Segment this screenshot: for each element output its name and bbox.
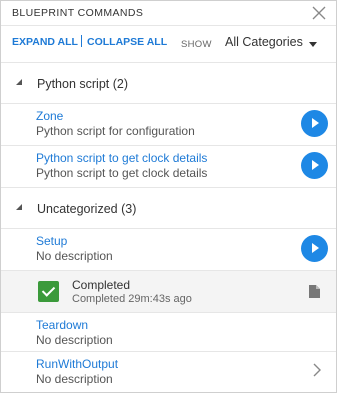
check-icon <box>38 281 59 302</box>
command-description: Python script for configuration <box>36 124 195 138</box>
collapse-all-link[interactable]: COLLAPSE ALL <box>87 36 167 48</box>
command-description: No description <box>36 249 113 263</box>
run-status: Completed <box>72 278 131 292</box>
play-icon[interactable] <box>301 152 328 179</box>
run-timestamp: Completed 29m:43s ago <box>72 293 192 305</box>
command-name-link[interactable]: RunWithOutput <box>36 357 118 371</box>
command-name-link[interactable]: Python script to get clock details <box>36 151 207 165</box>
group-python-script[interactable]: Python script (2) <box>1 63 336 103</box>
command-description: No description <box>36 333 113 347</box>
collapse-arrow-icon[interactable] <box>16 79 22 85</box>
play-icon[interactable] <box>301 110 328 137</box>
run-result-row: Completed Completed 29m:43s ago <box>1 270 336 312</box>
document-icon[interactable] <box>309 285 320 298</box>
group-label: Uncategorized (3) <box>37 202 137 216</box>
chevron-down-icon[interactable] <box>309 42 317 47</box>
close-icon[interactable] <box>312 6 326 20</box>
toolbar-divider <box>81 35 82 47</box>
group-label: Python script (2) <box>37 77 129 91</box>
category-filter-select[interactable]: All Categories <box>225 35 303 49</box>
panel-header: BLUEPRINT COMMANDS <box>1 1 336 26</box>
list-item[interactable]: RunWithOutput No description <box>1 351 336 393</box>
command-name-link[interactable]: Setup <box>36 234 67 248</box>
show-label: SHOW <box>181 39 212 50</box>
collapse-arrow-icon[interactable] <box>16 204 22 210</box>
list-item: Python script to get clock details Pytho… <box>1 145 336 187</box>
command-description: No description <box>36 372 113 386</box>
panel-title: BLUEPRINT COMMANDS <box>12 7 144 19</box>
chevron-right-icon[interactable] <box>312 362 322 378</box>
command-name-link[interactable]: Teardown <box>36 318 88 332</box>
toolbar: EXPAND ALL COLLAPSE ALL SHOW All Categor… <box>1 26 336 63</box>
list-item: Setup No description <box>1 228 336 270</box>
command-name-link[interactable]: Zone <box>36 109 63 123</box>
expand-all-link[interactable]: EXPAND ALL <box>12 36 78 48</box>
blueprint-commands-panel: BLUEPRINT COMMANDS EXPAND ALL COLLAPSE A… <box>0 0 337 393</box>
play-icon[interactable] <box>301 235 328 262</box>
list-item: Teardown No description <box>1 312 336 354</box>
group-uncategorized[interactable]: Uncategorized (3) <box>1 187 336 228</box>
command-description: Python script to get clock details <box>36 166 208 180</box>
list-item: Zone Python script for configuration <box>1 103 336 145</box>
